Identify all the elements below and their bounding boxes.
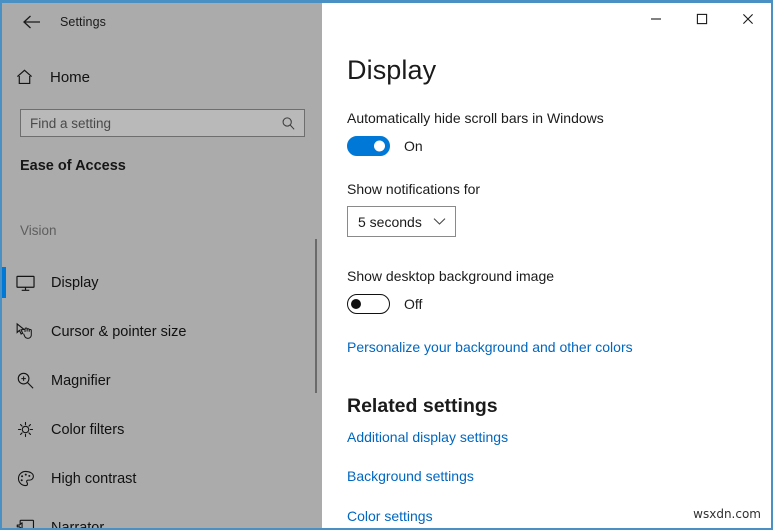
home-icon — [2, 68, 46, 86]
palette-icon — [2, 469, 48, 488]
sidebar-item-narrator-label: Narrator — [51, 519, 105, 529]
cursor-pointer-icon — [2, 322, 48, 341]
brightness-sun-icon — [2, 420, 48, 439]
watermark: wsxdn.com — [693, 507, 761, 521]
nav-group-label: Vision — [20, 223, 57, 238]
toggle-row: On — [347, 136, 747, 156]
toggle-knob — [351, 299, 361, 309]
sidebar: Settings Home Find a setting Ease of Acc… — [2, 3, 322, 528]
minimize-button[interactable] — [633, 3, 679, 35]
maximize-icon — [696, 13, 708, 25]
search-placeholder: Find a setting — [30, 115, 112, 131]
sidebar-item-home[interactable]: Home — [2, 59, 322, 95]
sidebar-item-narrator[interactable]: Narrator — [2, 503, 322, 528]
search-input[interactable]: Find a setting — [20, 109, 305, 137]
show-desktop-background-state: Off — [404, 296, 423, 312]
toggle-knob — [374, 140, 385, 152]
notification-duration-value: 5 seconds — [358, 213, 422, 230]
sidebar-item-color-filters-label: Color filters — [51, 421, 125, 438]
sidebar-item-high-contrast-label: High contrast — [51, 470, 137, 487]
chevron-down-icon — [433, 217, 446, 226]
sidebar-nav: Display Cursor & pointer size Magnifier … — [2, 258, 322, 528]
sidebar-item-magnifier-label: Magnifier — [51, 372, 111, 389]
sidebar-item-cursor-pointer-size-label: Cursor & pointer size — [51, 323, 187, 340]
setting-show-desktop-background-label: Show desktop background image — [347, 268, 555, 284]
sidebar-scrollbar-thumb[interactable] — [315, 239, 317, 393]
window-controls — [633, 3, 771, 37]
close-icon — [743, 14, 753, 24]
setting-hide-scrollbars: Automatically hide scroll bars in Window… — [347, 110, 747, 156]
sidebar-item-high-contrast[interactable]: High contrast — [2, 454, 322, 503]
back-arrow-icon — [23, 15, 40, 29]
setting-show-notifications-label: Show notifications for — [347, 181, 481, 197]
hide-scrollbars-state: On — [404, 138, 423, 154]
hide-scrollbars-toggle[interactable] — [347, 136, 390, 156]
sidebar-titlebar: Settings — [2, 3, 322, 41]
toggle-row: Off — [347, 294, 747, 314]
app-title: Settings — [60, 15, 106, 29]
selection-indicator — [2, 267, 6, 298]
setting-show-notifications-for: Show notifications for 5 seconds — [347, 181, 747, 237]
search-icon[interactable] — [281, 116, 304, 131]
monitor-icon — [2, 274, 48, 292]
sidebar-item-cursor-pointer-size[interactable]: Cursor & pointer size — [2, 307, 322, 356]
notification-duration-dropdown[interactable]: 5 seconds — [347, 206, 456, 237]
sidebar-item-magnifier[interactable]: Magnifier — [2, 356, 322, 405]
color-settings-link[interactable]: Color settings — [347, 508, 433, 524]
additional-display-settings-link[interactable]: Additional display settings — [347, 429, 508, 445]
sidebar-item-color-filters[interactable]: Color filters — [2, 405, 322, 454]
setting-hide-scrollbars-label: Automatically hide scroll bars in Window… — [347, 110, 604, 126]
settings-window: Settings Home Find a setting Ease of Acc… — [0, 0, 773, 530]
personalize-background-link[interactable]: Personalize your background and other co… — [347, 339, 633, 355]
page-title: Display — [347, 55, 437, 85]
related-settings-title: Related settings — [347, 395, 498, 417]
close-button[interactable] — [725, 3, 771, 35]
magnifier-plus-icon — [2, 371, 48, 390]
sidebar-item-home-label: Home — [50, 68, 91, 86]
sidebar-item-display-label: Display — [51, 274, 99, 291]
category-title: Ease of Access — [20, 158, 126, 174]
main-content: Display Automatically hide scroll bars i… — [322, 3, 771, 528]
sidebar-item-display[interactable]: Display — [2, 258, 322, 307]
setting-show-desktop-background: Show desktop background image Off — [347, 268, 747, 314]
narrator-icon — [2, 518, 48, 528]
background-settings-link[interactable]: Background settings — [347, 468, 474, 484]
back-button[interactable] — [10, 6, 54, 38]
minimize-icon — [651, 18, 661, 20]
show-desktop-background-toggle[interactable] — [347, 294, 390, 314]
maximize-button[interactable] — [679, 3, 725, 35]
